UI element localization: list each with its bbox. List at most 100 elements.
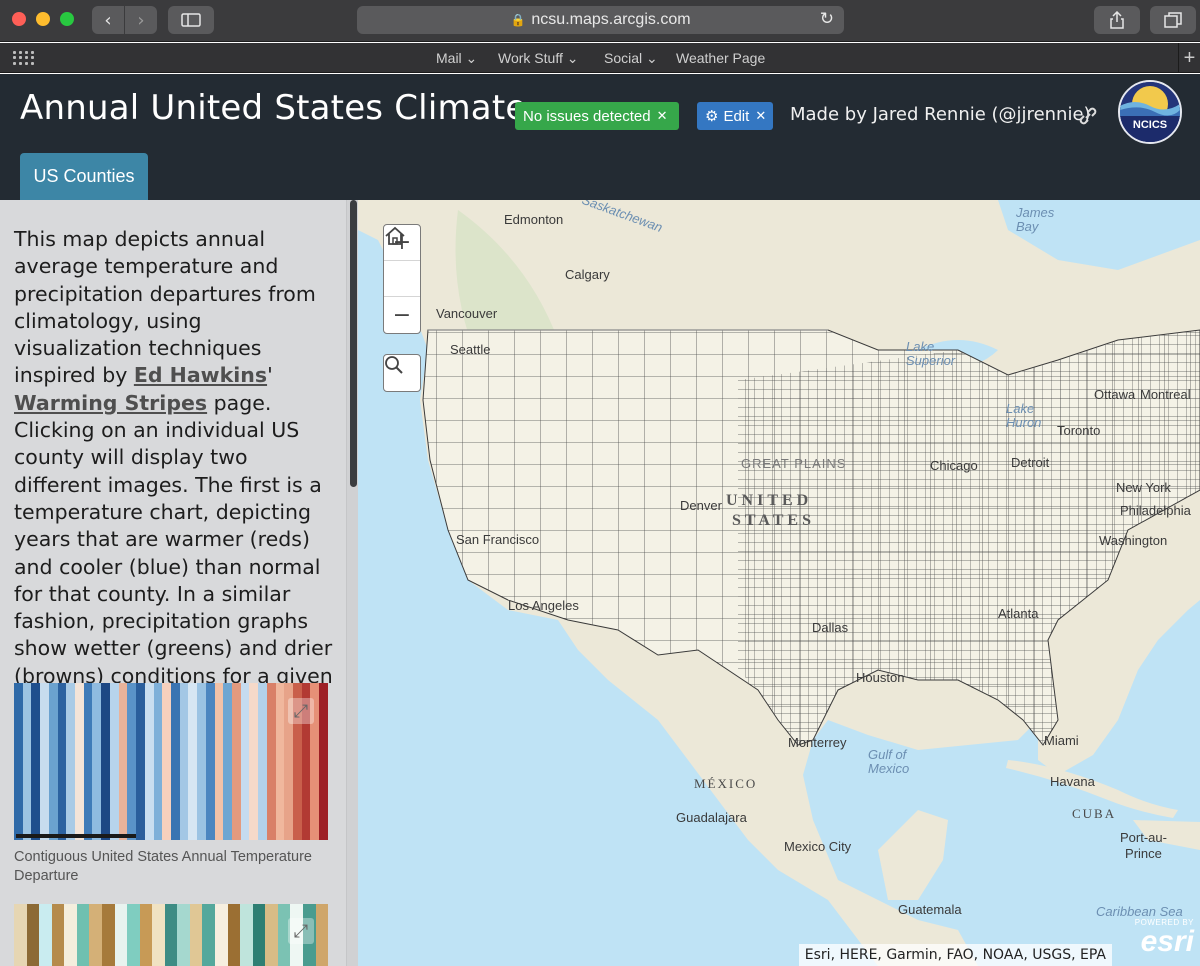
zoom-out-button[interactable]: − xyxy=(384,297,420,333)
map-label-edmonton: Edmonton xyxy=(504,212,564,227)
stripe-26 xyxy=(240,683,250,840)
map-label-detroit: Detroit xyxy=(1011,455,1050,470)
map-label-ottawa: Ottawa xyxy=(1094,387,1136,402)
url-text: ncsu.maps.arcgis.com xyxy=(531,11,691,28)
stripe-4 xyxy=(64,904,77,966)
map-label-guadalajara: Guadalajara xyxy=(676,810,747,825)
ncics-logo: NCICS xyxy=(1118,80,1182,144)
chevron-right-icon: › xyxy=(137,9,145,31)
favorites-grid-icon[interactable] xyxy=(13,51,34,65)
stripe-3 xyxy=(40,683,49,840)
minus-icon: − xyxy=(392,302,412,328)
map-label-seattle: Seattle xyxy=(450,342,491,357)
share-button[interactable] xyxy=(1094,6,1140,34)
address-bar[interactable]: 🔒 ncsu.maps.arcgis.com ↻ xyxy=(357,6,844,34)
stripe-22 xyxy=(205,683,215,840)
search-icon xyxy=(385,356,403,374)
map-description: This map depicts annual average temperat… xyxy=(14,227,333,715)
edit-button[interactable]: ⚙ Edit ✕ xyxy=(697,102,773,130)
expand-image-icon-2[interactable]: ⤢ xyxy=(288,918,314,944)
ed-hawkins-link[interactable]: Ed Hawkins xyxy=(134,363,267,387)
temperature-stripes-image[interactable] xyxy=(14,683,328,840)
dismiss-status-icon[interactable]: ✕ xyxy=(657,108,668,124)
favorite-mail[interactable]: Mail ⌄ xyxy=(436,50,477,67)
stripe-10 xyxy=(139,904,153,966)
stripe-4 xyxy=(48,683,58,840)
stripe-7 xyxy=(101,904,115,966)
tab-us-counties[interactable]: US Counties xyxy=(20,153,148,200)
map-label-cuba: CUBA xyxy=(1072,806,1117,821)
map-label-caribbean-sea: Caribbean Sea xyxy=(1096,904,1183,919)
status-badge[interactable]: No issues detected ✕ xyxy=(515,102,679,130)
sidebar-scrollbar[interactable] xyxy=(346,200,358,966)
author-credit: Made by Jared Rennie (@jjrennie) xyxy=(790,104,1091,125)
forward-button[interactable]: › xyxy=(125,6,157,34)
stripe-8 xyxy=(83,683,93,840)
lock-icon: 🔒 xyxy=(510,13,526,27)
map-label-dallas: Dallas xyxy=(812,620,849,635)
map-view[interactable]: Edmonton Saskatchewan Calgary Vancouver … xyxy=(358,200,1200,966)
stripe-29 xyxy=(266,683,276,840)
map-attribution: Esri, HERE, Garmin, FAO, NOAA, USGS, EPA xyxy=(798,944,1112,966)
stripe-18 xyxy=(240,904,253,966)
precipitation-stripes-image[interactable] xyxy=(14,904,328,966)
minimize-window-button[interactable] xyxy=(36,12,50,26)
stripe-9 xyxy=(92,683,102,840)
map-label-vancouver: Vancouver xyxy=(436,306,498,321)
show-tabs-button[interactable] xyxy=(1150,6,1196,34)
map-label-monterrey: Monterrey xyxy=(788,735,847,750)
chevron-left-icon: ‹ xyxy=(104,9,112,31)
new-tab-button[interactable]: + xyxy=(1178,43,1200,73)
tabs-icon xyxy=(1164,12,1182,28)
map-label-guatemala: Guatemala xyxy=(898,902,962,917)
close-window-button[interactable] xyxy=(12,12,26,26)
search-button[interactable] xyxy=(383,354,421,392)
sidebar-toggle-button[interactable] xyxy=(168,6,214,34)
back-button[interactable]: ‹ xyxy=(92,6,124,34)
stripe-28 xyxy=(258,683,267,840)
stripe-23 xyxy=(214,683,224,840)
stripe-27 xyxy=(249,683,259,840)
stripe-5 xyxy=(76,904,90,966)
expand-image-icon[interactable]: ⤢ xyxy=(288,698,314,724)
map-label-miami: Miami xyxy=(1044,733,1079,748)
stripe-13 xyxy=(127,683,137,840)
stripe-17 xyxy=(162,683,171,840)
stripe-16 xyxy=(153,683,163,840)
gear-icon: ⚙ xyxy=(705,108,719,125)
favorite-weather-page[interactable]: Weather Page xyxy=(676,50,765,66)
reload-icon[interactable]: ↻ xyxy=(820,9,834,29)
close-edit-icon[interactable]: ✕ xyxy=(755,108,766,124)
link-icon[interactable] xyxy=(1076,104,1100,128)
map-label-lake-huron: Lake Huron xyxy=(1006,401,1042,430)
map-label-united: UNITED xyxy=(726,492,813,509)
map-label-james-bay: James Bay xyxy=(1016,205,1055,234)
map-label-chicago: Chicago xyxy=(930,458,978,473)
zoom-window-button[interactable] xyxy=(60,12,74,26)
stripe-0 xyxy=(14,683,23,840)
stripe-2 xyxy=(39,904,52,966)
warming-stripes-link[interactable]: Warming Stripes xyxy=(14,391,207,415)
map-label-lake-superior: Lake Superior xyxy=(906,339,956,368)
sidebar-panel: This map depicts annual average temperat… xyxy=(0,200,358,966)
home-button[interactable] xyxy=(384,226,420,297)
stripe-12 xyxy=(118,683,128,840)
map-label-calgary: Calgary xyxy=(565,267,610,282)
temperature-image-caption: Contiguous United States Annual Temperat… xyxy=(14,849,312,884)
esri-logo[interactable]: POWERED BY esri xyxy=(1120,918,1194,962)
stripe-24 xyxy=(223,683,232,840)
map-label-houston: Houston xyxy=(856,670,905,685)
map-label-toronto: Toronto xyxy=(1057,423,1101,438)
zoom-controls: + − xyxy=(383,224,421,334)
stripe-11 xyxy=(152,904,165,966)
favorite-social[interactable]: Social ⌄ xyxy=(604,50,658,67)
svg-text:NCICS: NCICS xyxy=(1133,119,1167,131)
stripe-6 xyxy=(89,904,102,966)
sidebar-icon xyxy=(181,13,201,27)
stripe-7 xyxy=(75,683,84,840)
favorite-work-stuff[interactable]: Work Stuff ⌄ xyxy=(498,50,578,67)
stripe-20 xyxy=(188,683,198,840)
map-label-denver: Denver xyxy=(680,498,722,513)
scrollbar-thumb[interactable] xyxy=(350,200,357,487)
stripe-9 xyxy=(127,904,140,966)
